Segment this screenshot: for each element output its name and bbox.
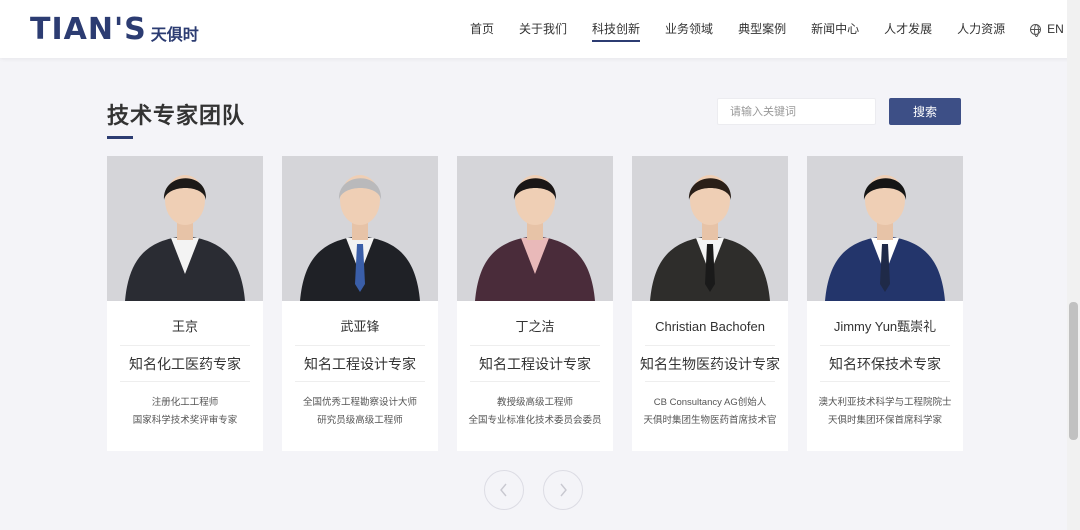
search-input[interactable] [717, 98, 876, 125]
divider [295, 345, 425, 346]
expert-card[interactable]: 王京 知名化工医药专家 注册化工工程师 国家科学技术奖评审专家 [107, 156, 263, 451]
expert-description: 全国优秀工程勘察设计大师 研究员级高级工程师 [303, 394, 417, 430]
expert-name: 武亚锋 [340, 319, 380, 334]
expert-desc-line: 注册化工工程师 [151, 397, 219, 408]
expert-name: Jimmy Yun甄崇礼 [833, 319, 937, 334]
expert-name: 丁之洁 [515, 319, 555, 334]
expert-desc-line: 澳大利亚技术科学与工程院院士 [818, 397, 952, 408]
nav-item-talent[interactable]: 人才发展 [884, 0, 932, 58]
divider [120, 381, 250, 382]
language-switch[interactable]: EN [1030, 0, 1064, 58]
expert-photo [107, 156, 263, 301]
search-button[interactable]: 搜索 [889, 98, 961, 125]
expert-description: 注册化工工程师 国家科学技术奖评审专家 [133, 394, 238, 430]
site-header: TIAN'S 天俱时 首页 关于我们 科技创新 业务领域 典型案例 新闻中心 人… [0, 0, 1080, 58]
expert-description: CB Consultancy AG创始人 天俱时集团生物医药首席技术官 [643, 394, 776, 430]
nav-item-home[interactable]: 首页 [470, 0, 494, 58]
expert-desc-line: 教授级高级工程师 [496, 397, 573, 408]
logo-chinese-text: 天俱时 [150, 27, 199, 44]
expert-description: 澳大利亚技术科学与工程院院士 天俱时集团环保首席科学家 [818, 394, 951, 430]
expert-card[interactable]: Jimmy Yun甄崇礼 知名环保技术专家 澳大利亚技术科学与工程院院士 天俱时… [807, 156, 963, 451]
expert-card[interactable]: 丁之洁 知名工程设计专家 教授级高级工程师 全国专业标准化技术委员会委员 [457, 156, 613, 451]
expert-desc-line: CB Consultancy AG创始人 [653, 397, 767, 408]
title-underline [107, 136, 133, 139]
expert-photo [807, 156, 963, 301]
expert-photo [282, 156, 438, 301]
divider [645, 381, 775, 382]
divider [820, 345, 950, 346]
portrait-illustration [807, 156, 963, 301]
brand-logo[interactable]: TIAN'S 天俱时 [30, 11, 199, 47]
globe-icon [1030, 23, 1042, 37]
expert-description: 教授级高级工程师 全国专业标准化技术委员会委员 [468, 394, 601, 430]
chevron-left-icon [500, 483, 507, 497]
expert-title: 知名生物医药设计专家 [640, 356, 780, 372]
nav-item-about[interactable]: 关于我们 [519, 0, 567, 58]
expert-card[interactable]: Christian Bachofen 知名生物医药设计专家 CB Consult… [632, 156, 788, 451]
divider [470, 345, 600, 346]
portrait-illustration [632, 156, 788, 301]
divider [645, 345, 775, 346]
nav-item-cases[interactable]: 典型案例 [738, 0, 786, 58]
divider [120, 345, 250, 346]
nav-item-innovation[interactable]: 科技创新 [592, 0, 641, 58]
scrollbar-track[interactable] [1067, 0, 1080, 530]
nav-item-hr[interactable]: 人力资源 [957, 0, 1005, 58]
scrollbar-thumb[interactable] [1069, 302, 1078, 440]
logo-text: TIAN'S [30, 11, 147, 47]
divider [295, 381, 425, 382]
expert-desc-line: 天俱时集团环保首席科学家 [827, 415, 942, 426]
main-nav: 首页 关于我们 科技创新 业务领域 典型案例 新闻中心 人才发展 人力资源 EN [470, 0, 1080, 58]
expert-photo [457, 156, 613, 301]
prev-button[interactable] [484, 470, 524, 510]
expert-title: 知名化工医药专家 [129, 356, 241, 372]
expert-card-list: 王京 知名化工医药专家 注册化工工程师 国家科学技术奖评审专家 武亚锋 知名工程… [107, 156, 963, 451]
divider [820, 381, 950, 382]
expert-desc-line: 全国专业标准化技术委员会委员 [468, 415, 602, 426]
expert-desc-line: 国家科学技术奖评审专家 [132, 415, 238, 426]
expert-title: 知名工程设计专家 [479, 356, 591, 372]
section-title: 技术专家团队 [107, 103, 246, 128]
expert-title: 知名环保技术专家 [829, 356, 941, 372]
expert-title: 知名工程设计专家 [304, 356, 416, 372]
portrait-illustration [282, 156, 438, 301]
portrait-illustration [107, 156, 263, 301]
divider [470, 381, 600, 382]
nav-item-news[interactable]: 新闻中心 [811, 0, 859, 58]
expert-desc-line: 天俱时集团生物医药首席技术官 [643, 415, 777, 426]
expert-card[interactable]: 武亚锋 知名工程设计专家 全国优秀工程勘察设计大师 研究员级高级工程师 [282, 156, 438, 451]
expert-desc-line: 研究员级高级工程师 [317, 415, 403, 426]
expert-photo [632, 156, 788, 301]
chevron-right-icon [560, 483, 567, 497]
nav-item-business[interactable]: 业务领域 [665, 0, 713, 58]
language-label: EN [1047, 22, 1064, 36]
expert-name: 王京 [171, 319, 198, 334]
next-button[interactable] [543, 470, 583, 510]
expert-name: Christian Bachofen [655, 319, 765, 334]
portrait-illustration [457, 156, 613, 301]
expert-desc-line: 全国优秀工程勘察设计大师 [302, 397, 417, 408]
